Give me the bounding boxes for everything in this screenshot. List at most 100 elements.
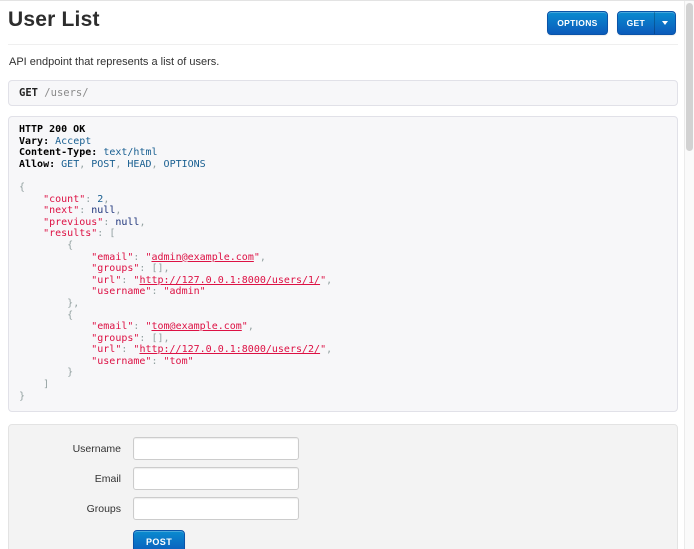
code-line: { bbox=[19, 182, 667, 194]
get-dropdown-toggle[interactable] bbox=[654, 12, 675, 34]
code-token bbox=[19, 263, 91, 274]
code-line: { bbox=[19, 240, 667, 252]
code-token: "previous" bbox=[43, 217, 103, 228]
code-token: Allow: bbox=[19, 159, 55, 170]
code-token: text/html bbox=[103, 147, 157, 158]
scrollbar-thumb[interactable] bbox=[686, 3, 693, 151]
code-line: { bbox=[19, 310, 667, 322]
code-line: "results": [ bbox=[19, 228, 667, 240]
code-token bbox=[19, 286, 91, 297]
json-link[interactable]: tom@example.com bbox=[151, 321, 241, 332]
code-token bbox=[19, 217, 43, 228]
scrollbar-track[interactable] bbox=[684, 1, 694, 549]
code-line: "url": "http://127.0.0.1:8000/users/2/", bbox=[19, 344, 667, 356]
code-token: : bbox=[133, 321, 145, 332]
code-token: HEAD bbox=[127, 159, 151, 170]
code-token bbox=[19, 275, 91, 286]
toolbar: OPTIONS GET bbox=[547, 11, 676, 35]
code-token: , bbox=[326, 275, 332, 286]
code-token: { bbox=[67, 310, 73, 321]
code-token: POST bbox=[91, 159, 115, 170]
code-token: "admin" bbox=[164, 286, 206, 297]
code-token: , bbox=[115, 205, 121, 216]
code-line: Allow: GET, POST, HEAD, OPTIONS bbox=[19, 159, 667, 171]
submit-row: POST bbox=[133, 530, 677, 549]
code-line bbox=[19, 170, 667, 182]
request-method: GET bbox=[19, 87, 38, 99]
code-line: } bbox=[19, 367, 667, 379]
code-token: "username" bbox=[91, 356, 151, 367]
code-token: , bbox=[103, 194, 109, 205]
code-token bbox=[19, 252, 91, 263]
code-token: : bbox=[79, 205, 91, 216]
code-token: : bbox=[85, 194, 97, 205]
request-path: /users/ bbox=[44, 87, 88, 99]
code-token bbox=[19, 344, 91, 355]
code-token bbox=[19, 240, 67, 251]
json-link[interactable]: admin@example.com bbox=[151, 252, 253, 263]
code-token: , bbox=[248, 321, 254, 332]
request-info-bar: GET /users/ bbox=[8, 80, 678, 106]
email-field[interactable] bbox=[133, 467, 299, 490]
email-form-row: Email bbox=[9, 467, 677, 490]
request-path-text: /users/ bbox=[44, 87, 88, 99]
code-token: "email" bbox=[91, 252, 133, 263]
code-token: OPTIONS bbox=[164, 159, 206, 170]
code-token: : [], bbox=[139, 333, 169, 344]
caret-down-icon bbox=[662, 21, 668, 25]
code-token bbox=[19, 205, 43, 216]
code-token: HTTP 200 OK bbox=[19, 124, 85, 135]
code-line: } bbox=[19, 391, 667, 403]
code-token bbox=[19, 367, 67, 378]
code-token: : [ bbox=[97, 228, 115, 239]
code-token: ] bbox=[43, 379, 49, 390]
code-token bbox=[19, 310, 67, 321]
code-token: : bbox=[151, 286, 163, 297]
code-line: "email": "tom@example.com", bbox=[19, 321, 667, 333]
username-label: Username bbox=[9, 443, 121, 455]
code-token: : bbox=[121, 344, 133, 355]
username-field[interactable] bbox=[133, 437, 299, 460]
code-token: "groups" bbox=[91, 263, 139, 274]
code-token: , bbox=[139, 217, 145, 228]
code-token: "username" bbox=[91, 286, 151, 297]
code-token: "tom" bbox=[164, 356, 194, 367]
code-token: : bbox=[121, 275, 133, 286]
code-token bbox=[19, 298, 67, 309]
code-line: "username": "tom" bbox=[19, 356, 667, 368]
code-token: "count" bbox=[43, 194, 85, 205]
code-token: "next" bbox=[43, 205, 79, 216]
code-line: ] bbox=[19, 379, 667, 391]
code-token: { bbox=[19, 182, 25, 193]
endpoint-description: API endpoint that represents a list of u… bbox=[9, 56, 678, 68]
post-form: UsernameEmailGroups POST bbox=[8, 424, 678, 549]
code-line: HTTP 200 OK bbox=[19, 124, 667, 136]
groups-field[interactable] bbox=[133, 497, 299, 520]
code-token bbox=[19, 333, 91, 344]
get-button-label: GET bbox=[618, 12, 654, 34]
code-token: { bbox=[67, 240, 73, 251]
json-link[interactable]: http://127.0.0.1:8000/users/1/ bbox=[139, 275, 320, 286]
code-line: "email": "admin@example.com", bbox=[19, 252, 667, 264]
code-line: "previous": null, bbox=[19, 217, 667, 229]
code-token: , bbox=[260, 252, 266, 263]
code-token: "url" bbox=[91, 275, 121, 286]
code-token: "url" bbox=[91, 344, 121, 355]
get-button[interactable]: GET bbox=[617, 11, 676, 35]
page-content: User List OPTIONS GET API endpoint that … bbox=[8, 1, 678, 549]
post-button[interactable]: POST bbox=[133, 530, 185, 549]
json-link[interactable]: http://127.0.0.1:8000/users/2/ bbox=[139, 344, 320, 355]
page-header: User List OPTIONS GET bbox=[8, 1, 678, 45]
code-token bbox=[19, 228, 43, 239]
code-token: : bbox=[103, 217, 115, 228]
username-form-row: Username bbox=[9, 437, 677, 460]
code-token: }, bbox=[67, 298, 79, 309]
code-line: Content-Type: text/html bbox=[19, 147, 667, 159]
options-button[interactable]: OPTIONS bbox=[547, 11, 607, 35]
code-token: Accept bbox=[55, 136, 91, 147]
code-token bbox=[19, 356, 91, 367]
code-line: "groups": [], bbox=[19, 263, 667, 275]
code-line: "count": 2, bbox=[19, 194, 667, 206]
page-title: User List bbox=[8, 8, 100, 32]
options-button-label: OPTIONS bbox=[548, 12, 606, 34]
